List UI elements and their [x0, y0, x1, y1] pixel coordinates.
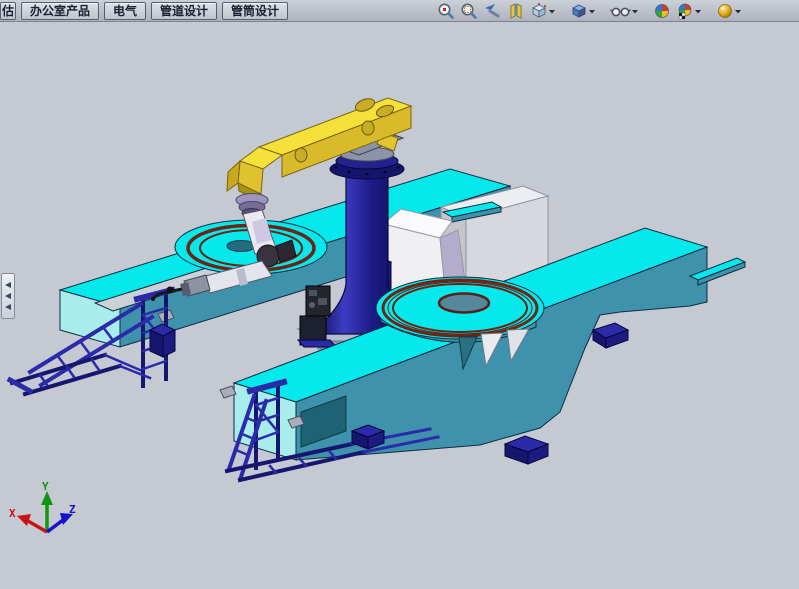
section-view-icon: [507, 2, 525, 20]
view-settings-icon: [716, 2, 734, 20]
tab-tubing-design[interactable]: 管筒设计: [222, 2, 288, 20]
section-view-button[interactable]: [506, 2, 526, 20]
rear-beam-pedestal[interactable]: [150, 324, 175, 357]
hide-show-items-button[interactable]: [609, 2, 640, 20]
view-orientation-button[interactable]: [529, 2, 557, 20]
rear-center-hole: [227, 241, 255, 252]
solidworks-window: Y X Z 估 办公室产品 电气 管道设计 管筒设计: [0, 0, 799, 589]
command-tabs: 估 办公室产品 电气 管道设计 管筒设计: [0, 0, 288, 21]
previous-view-button[interactable]: [482, 2, 503, 20]
dropdown-arrow-icon[interactable]: [694, 2, 702, 20]
tab-office-products[interactable]: 办公室产品: [21, 2, 99, 20]
front-center-hole: [439, 294, 489, 313]
zoom-to-area-icon: [460, 2, 478, 20]
panel-expander-button[interactable]: [1, 273, 15, 319]
z-axis-label: Z: [69, 503, 76, 516]
zoom-to-fit-icon: [437, 2, 455, 20]
collapse-arrows-icon: [4, 292, 12, 300]
tab-piping-design[interactable]: 管道设计: [151, 2, 217, 20]
y-axis-label: Y: [42, 480, 49, 493]
dropdown-arrow-icon[interactable]: [734, 2, 742, 20]
heads-up-view-toolbar: [436, 2, 743, 20]
view-settings-button[interactable]: [715, 2, 743, 20]
graphics-viewport[interactable]: Y X Z: [0, 0, 799, 589]
edit-appearance-button[interactable]: [652, 2, 672, 20]
edit-appearance-icon: [653, 2, 671, 20]
display-style-button[interactable]: [569, 2, 597, 20]
display-style-icon: [570, 2, 588, 20]
zoom-to-fit-button[interactable]: [436, 2, 456, 20]
apply-scene-icon: [676, 2, 694, 20]
x-axis-label: X: [9, 507, 16, 520]
command-manager-bar: 估 办公室产品 电气 管道设计 管筒设计: [0, 0, 799, 22]
dropdown-arrow-icon[interactable]: [588, 2, 596, 20]
collapse-arrows-icon: [4, 281, 12, 289]
previous-view-icon: [483, 2, 502, 20]
tab-electrical[interactable]: 电气: [104, 2, 146, 20]
dropdown-arrow-icon[interactable]: [548, 2, 556, 20]
hide-show-items-icon: [610, 2, 631, 20]
apply-scene-button[interactable]: [675, 2, 703, 20]
zoom-to-area-button[interactable]: [459, 2, 479, 20]
collapse-arrows-icon: [4, 303, 12, 311]
tab-evaluate-partial[interactable]: 估: [0, 2, 16, 20]
dropdown-arrow-icon[interactable]: [631, 2, 639, 20]
view-orientation-icon: [530, 2, 548, 20]
